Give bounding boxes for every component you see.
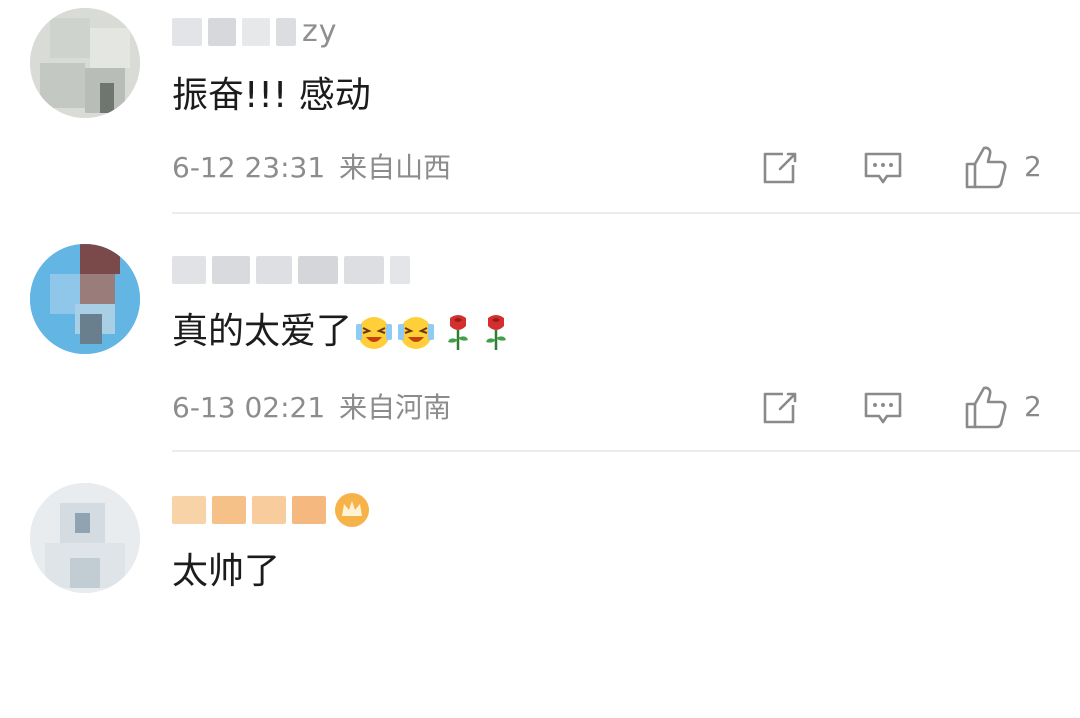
blurred-name — [344, 256, 384, 284]
share-icon — [763, 152, 797, 184]
rose-emoji — [486, 315, 507, 350]
comment-date: 6-12 23:31 — [172, 151, 326, 184]
comment-location: 来自山西 — [339, 151, 452, 184]
blurred-name — [256, 256, 292, 284]
rose-emoji — [448, 315, 469, 350]
laughing-crying-emoji — [356, 317, 393, 349]
thumbs-up-icon — [965, 146, 1007, 189]
divider — [172, 450, 1080, 452]
blurred-name — [276, 18, 296, 46]
like-button[interactable]: 2 — [964, 384, 1054, 430]
like-count: 2 — [1024, 390, 1042, 423]
comment-icon — [864, 152, 902, 184]
blurred-name — [252, 496, 286, 524]
comment-meta: 6-12 23:31 来自山西 — [172, 148, 451, 188]
comment-text: 振奋!!! 感动 — [172, 75, 371, 116]
comment-text: 真的太爱了 — [172, 310, 512, 354]
vip-crown-badge-icon — [335, 493, 369, 527]
comment-item: zy 振奋!!! 感动 6-12 23:31 来自山西 2 — [0, 0, 1080, 240]
username[interactable] — [172, 252, 410, 288]
blurred-name — [172, 256, 206, 284]
divider — [172, 212, 1080, 214]
like-count: 2 — [1024, 150, 1042, 183]
share-button[interactable] — [758, 388, 800, 428]
username-suffix: zy — [302, 14, 338, 49]
blurred-name — [172, 18, 202, 46]
comment-location: 来自河南 — [339, 391, 452, 424]
comment-text: 太帅了 — [172, 551, 281, 592]
blurred-name — [292, 496, 326, 524]
like-button[interactable]: 2 — [964, 144, 1054, 190]
comment-date: 6-13 02:21 — [172, 391, 326, 424]
avatar[interactable] — [30, 244, 140, 354]
blurred-name — [212, 496, 246, 524]
avatar[interactable] — [30, 483, 140, 593]
reply-button[interactable] — [862, 148, 904, 188]
comment-list: zy 振奋!!! 感动 6-12 23:31 来自山西 2 真的太爱了 6-13… — [0, 0, 1080, 602]
blurred-name — [212, 256, 250, 284]
blurred-name — [298, 256, 338, 284]
blurred-name — [172, 496, 206, 524]
blurred-name — [390, 256, 410, 284]
comment-item: 太帅了 — [0, 478, 1080, 718]
share-icon — [763, 392, 797, 424]
blurred-name — [242, 18, 270, 46]
username[interactable] — [172, 492, 372, 528]
comment-text-content: 真的太爱了 — [172, 311, 353, 352]
comment-meta: 6-13 02:21 来自河南 — [172, 388, 451, 428]
blurred-name — [208, 18, 236, 46]
share-button[interactable] — [758, 148, 800, 188]
comment-item: 真的太爱了 6-13 02:21 来自河南 2 — [0, 240, 1080, 480]
comment-icon — [864, 392, 902, 424]
reply-button[interactable] — [862, 388, 904, 428]
username[interactable]: zy — [172, 14, 338, 50]
laughing-crying-emoji — [398, 317, 435, 349]
avatar[interactable] — [30, 8, 140, 118]
thumbs-up-icon — [965, 386, 1007, 429]
